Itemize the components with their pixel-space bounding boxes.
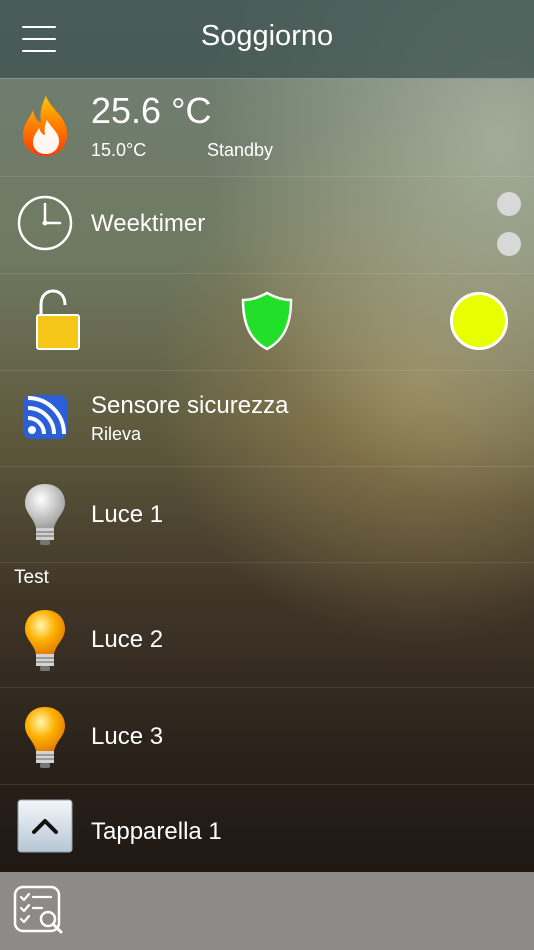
weektimer-row[interactable]: Weektimer bbox=[0, 176, 534, 274]
status-indicator-icon[interactable] bbox=[449, 291, 509, 351]
chevron-up-icon[interactable] bbox=[17, 799, 73, 853]
clock-icon bbox=[17, 195, 73, 251]
weektimer-toggle-bottom[interactable] bbox=[497, 232, 521, 256]
lightbulb-on-icon bbox=[25, 610, 65, 671]
lightbulb-on-icon bbox=[25, 707, 65, 768]
thermostat-row[interactable]: 25.6 °C 15.0°C Standby bbox=[0, 78, 534, 177]
app-header: Soggiorno bbox=[0, 0, 534, 79]
weektimer-label: Weektimer bbox=[91, 210, 206, 237]
light-row-2[interactable]: Luce 2 bbox=[0, 590, 534, 688]
checklist-search-icon[interactable] bbox=[12, 884, 66, 938]
shield-icon[interactable] bbox=[240, 290, 294, 352]
bottom-toolbar bbox=[0, 872, 534, 950]
weektimer-toggle-top[interactable] bbox=[497, 192, 521, 216]
signal-sensor-icon bbox=[23, 395, 67, 439]
padlock-open-icon[interactable] bbox=[33, 289, 83, 353]
shutter-row[interactable]: Tapparella 1 bbox=[0, 784, 534, 872]
shutter-label: Tapparella 1 bbox=[91, 818, 222, 845]
sensor-row[interactable]: Sensore sicurezza Rileva bbox=[0, 370, 534, 467]
light-row-1[interactable]: Luce 1 bbox=[0, 466, 534, 563]
security-row bbox=[0, 273, 534, 371]
light-label-1: Luce 1 bbox=[91, 501, 164, 528]
section-title: Test bbox=[14, 567, 49, 588]
light-label-2: Luce 2 bbox=[91, 626, 164, 653]
current-temperature: 25.6 °C bbox=[91, 90, 212, 131]
setpoint-temperature: 15.0°C bbox=[91, 140, 147, 160]
page-title: Soggiorno bbox=[200, 20, 334, 52]
light-row-3[interactable]: Luce 3 bbox=[0, 687, 534, 785]
lightbulb-off-icon bbox=[25, 484, 65, 545]
light-label-3: Luce 3 bbox=[91, 723, 164, 750]
thermostat-mode: Standby bbox=[207, 140, 274, 160]
flame-icon bbox=[23, 96, 67, 156]
sensor-status: Rileva bbox=[91, 424, 142, 444]
sensor-label: Sensore sicurezza bbox=[91, 392, 289, 419]
